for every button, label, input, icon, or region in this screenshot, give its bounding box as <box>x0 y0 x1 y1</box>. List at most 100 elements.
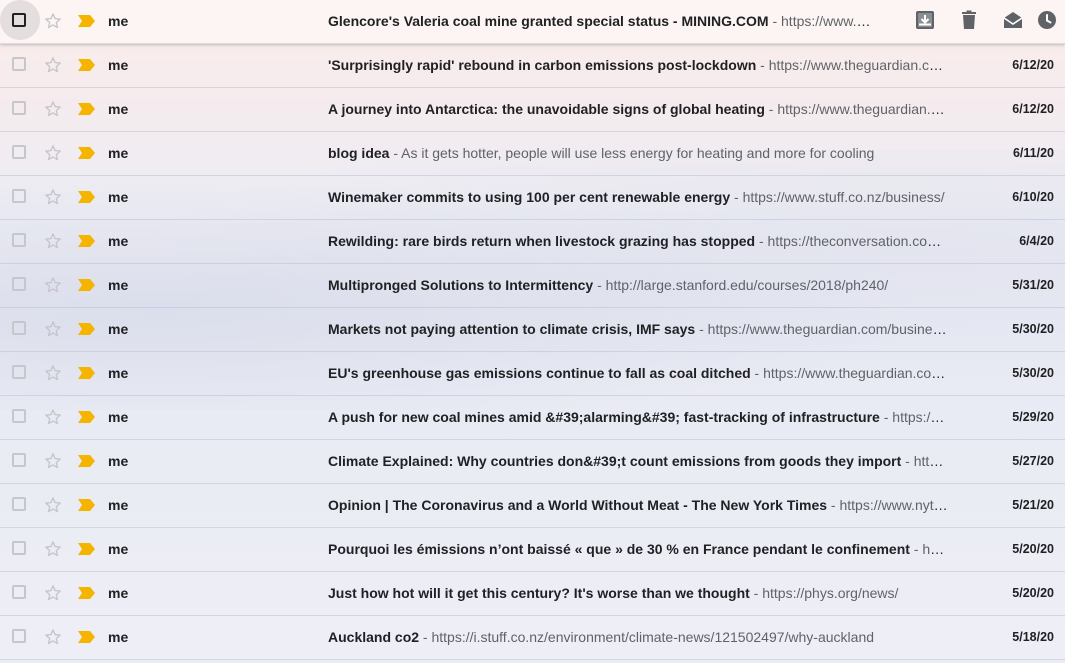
mark-as-read-icon[interactable] <box>1001 8 1025 32</box>
email-content: Just how hot will it get this century? I… <box>328 585 948 601</box>
select-checkbox[interactable] <box>12 189 26 203</box>
sender-name: me <box>108 233 129 249</box>
email-row[interactable]: me Rewilding: rare birds return when liv… <box>0 220 1065 264</box>
archive-icon[interactable] <box>913 8 937 32</box>
email-snippet: - http://large.stanford.edu/courses/2018… <box>593 277 889 293</box>
email-row[interactable]: me Winemaker commits to using 100 per ce… <box>0 176 1065 220</box>
star-icon[interactable] <box>43 319 63 339</box>
star-icon[interactable] <box>43 363 63 383</box>
email-date: 5/31/20 <box>1012 278 1054 292</box>
email-row[interactable]: me 'Surprisingly rapid' rebound in carbo… <box>0 44 1065 88</box>
email-snippet: - https://i.stuff.co.nz/environment/clim… <box>419 629 875 645</box>
important-marker-icon[interactable] <box>78 279 96 291</box>
star-icon[interactable] <box>43 187 63 207</box>
row-hover-actions <box>913 8 1056 32</box>
email-subject: A push for new coal mines amid &#39;alar… <box>328 409 880 425</box>
email-content: blog idea - As it gets hotter, people wi… <box>328 145 948 161</box>
email-content: Glencore's Valeria coal mine granted spe… <box>328 13 878 29</box>
email-row[interactable]: me Pourquoi les émissions n’ont baissé «… <box>0 528 1065 572</box>
important-marker-icon[interactable] <box>78 103 96 115</box>
email-date: 6/10/20 <box>1012 190 1054 204</box>
email-content: Climate Explained: Why countries don&#39… <box>328 453 948 469</box>
select-checkbox[interactable] <box>12 541 26 555</box>
email-content: Markets not paying attention to climate … <box>328 321 948 337</box>
email-row[interactable]: me Markets not paying attention to clima… <box>0 308 1065 352</box>
important-marker-icon[interactable] <box>78 631 96 643</box>
select-checkbox[interactable] <box>12 57 26 71</box>
email-date: 6/11/20 <box>1012 146 1054 160</box>
email-snippet: - https://theconversation.com/rewilding <box>758 233 948 249</box>
important-marker-icon[interactable] <box>78 411 96 423</box>
important-marker-icon[interactable] <box>78 191 96 203</box>
email-content: 'Surprisingly rapid' rebound in carbon e… <box>328 57 948 73</box>
email-row[interactable]: me EU's greenhouse gas emissions continu… <box>0 352 1065 396</box>
important-marker-icon[interactable] <box>78 455 96 467</box>
email-snippet: - https://www.theguardian.com/world/2020… <box>768 101 948 117</box>
email-content: EU's greenhouse gas emissions continue t… <box>328 365 948 381</box>
select-checkbox[interactable] <box>12 629 26 643</box>
email-date: 5/18/20 <box>1012 630 1054 644</box>
email-content: Rewilding: rare birds return when livest… <box>328 233 948 249</box>
email-content: Winemaker commits to using 100 per cent … <box>328 189 948 205</box>
important-marker-icon[interactable] <box>78 59 96 71</box>
sender-name: me <box>108 57 129 73</box>
star-icon[interactable] <box>43 275 63 295</box>
important-marker-icon[interactable] <box>78 235 96 247</box>
star-icon[interactable] <box>43 583 63 603</box>
email-row[interactable]: me Opinion | The Coronavirus and a World… <box>0 484 1065 528</box>
email-row[interactable]: me Multipronged Solutions to Intermitten… <box>0 264 1065 308</box>
star-icon[interactable] <box>43 11 63 31</box>
select-checkbox[interactable] <box>12 277 26 291</box>
star-icon[interactable] <box>43 627 63 647</box>
email-row[interactable]: me blog idea - As it gets hotter, people… <box>0 132 1065 176</box>
email-snippet: - https://www.nytimes.com/ <box>830 497 948 513</box>
email-row[interactable]: me A journey into Antarctica: the unavoi… <box>0 88 1065 132</box>
sender-name: me <box>108 145 129 161</box>
important-marker-icon[interactable] <box>78 147 96 159</box>
star-icon[interactable] <box>43 407 63 427</box>
email-date: 6/4/20 <box>1019 234 1054 248</box>
email-snippet: - https://www.theguardian.com/environmen… <box>760 57 948 73</box>
sender-name: me <box>108 101 129 117</box>
select-checkbox[interactable] <box>12 13 26 27</box>
select-checkbox[interactable] <box>12 497 26 511</box>
email-subject: Pourquoi les émissions n’ont baissé « qu… <box>328 541 910 557</box>
star-icon[interactable] <box>43 55 63 75</box>
email-subject: Just how hot will it get this century? I… <box>328 585 750 601</box>
email-date: 5/30/20 <box>1012 322 1054 336</box>
important-marker-icon[interactable] <box>78 543 96 555</box>
select-checkbox[interactable] <box>12 321 26 335</box>
star-icon[interactable] <box>43 451 63 471</box>
email-row[interactable]: me A push for new coal mines amid &#39;a… <box>0 396 1065 440</box>
snooze-icon[interactable] <box>1035 8 1059 32</box>
select-checkbox[interactable] <box>12 145 26 159</box>
email-subject: blog idea <box>328 145 390 161</box>
star-icon[interactable] <box>43 99 63 119</box>
important-marker-icon[interactable] <box>78 587 96 599</box>
star-icon[interactable] <box>43 495 63 515</box>
email-date: 5/30/20 <box>1012 366 1054 380</box>
email-row[interactable]: me Just how hot will it get this century… <box>0 572 1065 616</box>
select-checkbox[interactable] <box>12 365 26 379</box>
select-checkbox[interactable] <box>12 585 26 599</box>
email-subject: Glencore's Valeria coal mine granted spe… <box>328 13 769 29</box>
select-checkbox[interactable] <box>12 233 26 247</box>
star-icon[interactable] <box>43 539 63 559</box>
select-checkbox[interactable] <box>12 453 26 467</box>
important-marker-icon[interactable] <box>78 499 96 511</box>
email-row[interactable]: me Glencore's Valeria coal mine granted … <box>0 0 1065 44</box>
sender-name: me <box>108 541 129 557</box>
email-date: 5/20/20 <box>1012 586 1054 600</box>
email-row[interactable]: me Auckland co2 - https://i.stuff.co.nz/… <box>0 616 1065 660</box>
email-row[interactable]: me Climate Explained: Why countries don&… <box>0 440 1065 484</box>
star-icon[interactable] <box>43 231 63 251</box>
important-marker-icon[interactable] <box>78 367 96 379</box>
email-subject: Rewilding: rare birds return when livest… <box>328 233 756 249</box>
email-snippet: - https://www.theguardian.com/environmen… <box>754 365 948 381</box>
select-checkbox[interactable] <box>12 101 26 115</box>
select-checkbox[interactable] <box>12 409 26 423</box>
important-marker-icon[interactable] <box>78 323 96 335</box>
important-marker-icon[interactable] <box>78 15 96 27</box>
star-icon[interactable] <box>43 143 63 163</box>
delete-icon[interactable] <box>957 8 981 32</box>
